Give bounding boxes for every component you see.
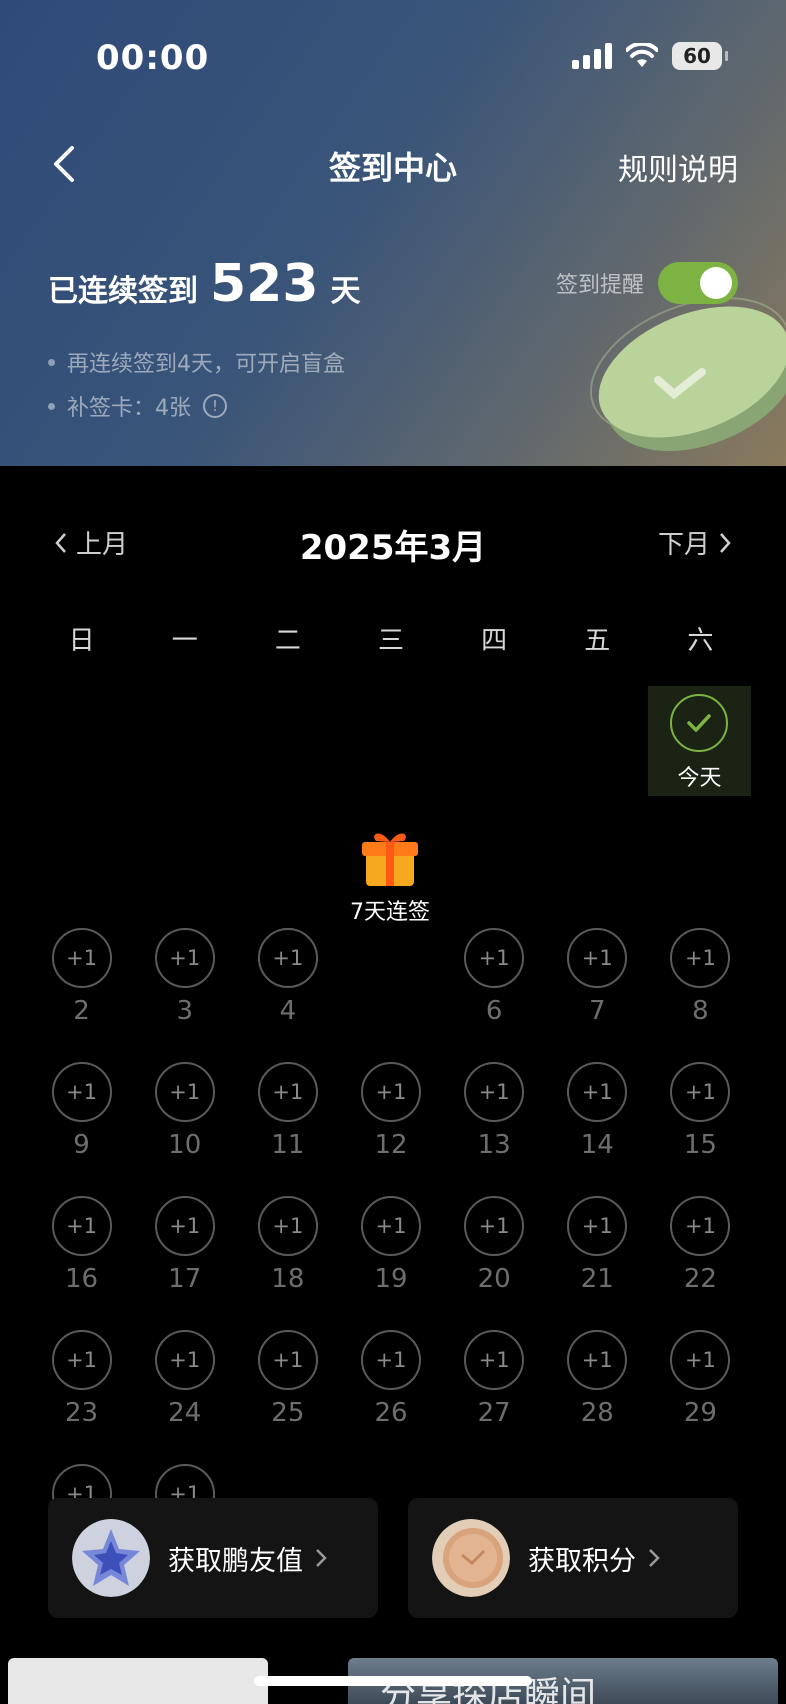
reward-badge: +1 [154, 928, 215, 988]
day-number: 21 [580, 1264, 614, 1294]
day-number: 22 [683, 1264, 717, 1294]
day-number: 16 [65, 1264, 99, 1294]
month-navigation: 上月 2025年3月 下月 [0, 516, 786, 568]
reward-badge: +1 [257, 1330, 318, 1390]
streak-summary: 已连续签到 523 天 [48, 254, 361, 314]
reward-badge: +1 [670, 1062, 731, 1122]
day-number: 11 [271, 1130, 305, 1160]
wifi-icon [626, 43, 658, 67]
day-number: 10 [168, 1130, 202, 1160]
streak-unit: 天 [330, 274, 361, 309]
reward-badge: +1 [567, 928, 628, 988]
chevron-right-icon [720, 532, 731, 553]
streak-label: 已连续签到 [48, 274, 198, 309]
day-number: 12 [374, 1130, 408, 1160]
gift-label: 7天连签 [350, 900, 430, 925]
weekday-sun: 日 [68, 626, 95, 656]
reward-badge: +1 [154, 1196, 215, 1256]
day-number: 26 [374, 1398, 408, 1428]
day-number: 8 [692, 996, 709, 1026]
reward-badge: +1 [51, 928, 112, 988]
reward-badge: +1 [360, 1330, 421, 1390]
reminder-label: 签到提醒 [555, 273, 644, 298]
get-friend-points-card[interactable]: 获取鹏友值 [48, 1498, 378, 1618]
chevron-right-icon [649, 1549, 660, 1567]
day-number: 4 [279, 996, 297, 1026]
card-label: 获取积分 [528, 1545, 636, 1577]
day-number: 9 [73, 1130, 90, 1160]
day-number: 27 [477, 1398, 511, 1428]
weekday-header: 日 一 二 三 四 五 六 [30, 620, 752, 657]
day-number: 15 [683, 1130, 717, 1160]
reward-badge: +1 [154, 1062, 215, 1122]
reward-badge: +1 [670, 928, 731, 988]
reward-badge: +1 [670, 1196, 731, 1256]
makeup-card-count: 补签卡：4张! [48, 384, 345, 428]
banner-left[interactable] [8, 1658, 268, 1704]
reward-badge: +1 [257, 1062, 318, 1122]
reward-badge: +1 [51, 1062, 112, 1122]
weekday-sat: 六 [687, 626, 714, 656]
reward-badge: +1 [51, 1330, 112, 1390]
reminder-setting: 签到提醒 [556, 262, 738, 304]
day-number: 3 [176, 996, 193, 1026]
day-number: 2 [73, 996, 90, 1026]
reward-badge: +1 [257, 1196, 318, 1256]
battery-icon: 60 [672, 42, 728, 70]
reminder-toggle[interactable] [658, 262, 738, 304]
reward-badge: +1 [360, 1196, 421, 1256]
chevron-right-icon [316, 1549, 327, 1567]
day-number: 18 [271, 1264, 305, 1294]
weekday-tue: 二 [274, 626, 301, 656]
day-number: 6 [485, 996, 503, 1026]
reward-badge: +1 [567, 1196, 628, 1256]
day-number: 25 [271, 1398, 305, 1428]
gift-box-icon[interactable] [358, 826, 422, 890]
streak-info-list: 再连续签到4天，可开启盲盒 补签卡：4张! [48, 340, 345, 428]
rules-link[interactable]: 规则说明 [618, 145, 738, 189]
reward-badge: +1 [464, 928, 525, 988]
home-indicator[interactable] [254, 1676, 532, 1686]
reward-badge: +1 [360, 1062, 421, 1122]
weekday-fri: 五 [584, 626, 611, 656]
day-number: 19 [374, 1264, 408, 1294]
day-number: 17 [168, 1264, 202, 1294]
card-label: 获取鹏友值 [168, 1545, 303, 1577]
reward-badge: +1 [464, 1330, 525, 1390]
info-icon[interactable]: ! [203, 394, 227, 418]
status-icons: 60 [572, 42, 728, 70]
reward-badge: +1 [464, 1062, 525, 1122]
weekday-thu: 四 [481, 626, 508, 656]
streak-days: 523 [210, 254, 319, 314]
day-number: 14 [580, 1130, 614, 1160]
signal-icon [572, 43, 612, 69]
checkin-medal-icon [589, 297, 786, 452]
reward-badge: +1 [51, 1196, 112, 1256]
toggle-knob [700, 267, 732, 299]
blind-box-hint: 再连续签到4天，可开启盲盒 [48, 340, 345, 384]
day-number: 24 [168, 1398, 202, 1428]
day-number: 13 [477, 1130, 511, 1160]
reward-badge: +1 [670, 1330, 731, 1390]
reward-badge: +1 [464, 1196, 525, 1256]
reward-badge: +1 [257, 928, 318, 988]
weekday-mon: 一 [171, 626, 198, 656]
today-label: 今天 [677, 766, 722, 791]
reward-badge: +1 [567, 1062, 628, 1122]
today-check-icon[interactable] [670, 694, 728, 752]
day-number: 7 [589, 996, 606, 1026]
status-time: 00:00 [96, 38, 210, 78]
day-number: 28 [580, 1398, 614, 1428]
coin-icon [432, 1519, 510, 1597]
day-number: 29 [683, 1398, 717, 1428]
next-month-button[interactable]: 下月 [658, 524, 732, 561]
day-number: 20 [477, 1264, 511, 1294]
weekday-wed: 三 [377, 626, 404, 656]
star-crystal-icon [72, 1519, 150, 1597]
day-number: 23 [65, 1398, 99, 1428]
get-points-card[interactable]: 获取积分 [408, 1498, 738, 1618]
header-panel: 00:00 60 签到中心 规则说明 已连续签到 523 天 再连续签到4天，可… [0, 0, 786, 466]
reward-badge: +1 [567, 1330, 628, 1390]
reward-badge: +1 [154, 1330, 215, 1390]
